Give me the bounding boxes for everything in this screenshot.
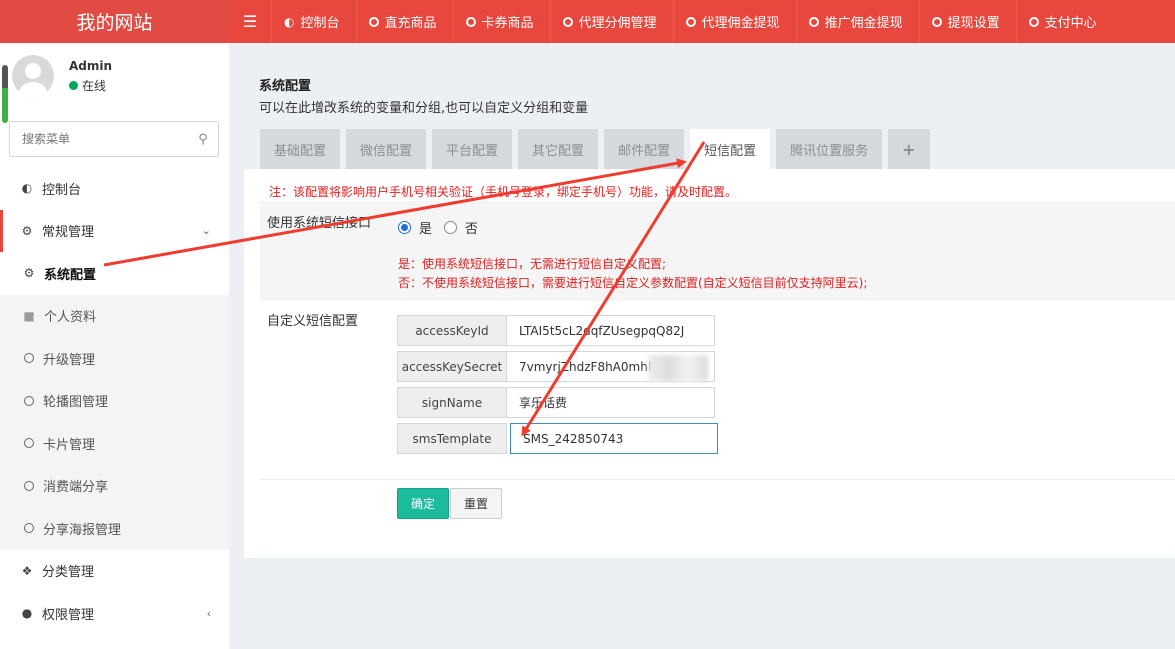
menu-search-input[interactable] bbox=[10, 124, 188, 154]
top-header: 我的网站 ☰ ◐ 控制台 直充商品 卡券商品 代理分佣管理 代理佣金提现 推广佣金… bbox=[0, 0, 1175, 43]
use-system-sms-label: 使用系统短信接口 bbox=[267, 216, 372, 231]
config-notice: 注：该配置将影响用户手机号相关验证（手机号登录，绑定手机号）功能，请及时配置。 bbox=[269, 185, 738, 199]
radio-unchecked-icon bbox=[444, 221, 457, 234]
user-name: Admin bbox=[69, 59, 113, 73]
sidebar-item-share-poster[interactable]: 分享海报管理 bbox=[0, 507, 229, 550]
field-sign-name: signName 享乐话费 bbox=[397, 387, 715, 418]
sidebar-submenu-general: ⚙ 系统配置 ■ 个人资料 升级管理 轮播图管理 卡片管理 消费端分享 分享海报管理 bbox=[0, 252, 229, 550]
circle-icon bbox=[931, 16, 942, 27]
search-icon[interactable]: ⚲ bbox=[188, 132, 218, 147]
circle-icon bbox=[24, 438, 34, 449]
form-divider bbox=[260, 479, 1175, 480]
circle-icon bbox=[1028, 16, 1039, 27]
circle-icon bbox=[368, 16, 379, 27]
user-panel: Admin 在线 bbox=[12, 55, 112, 97]
sidebar-item-profile[interactable]: ■ 个人资料 bbox=[0, 295, 229, 338]
gear-icon: ⚙ bbox=[23, 266, 35, 281]
topnav-dashboard[interactable]: ◐ 控制台 bbox=[271, 0, 356, 43]
page-subtitle: 可以在此增改系统的变量和分组,也可以自定义分组和变量 bbox=[259, 101, 589, 116]
sidebar: Admin 在线 ⚲ ◐控制台 ⚙常规管理⌄ ⚙系统配置 ■个人资料 升级管理 … bbox=[0, 43, 229, 649]
chevron-down-icon: ⌄ bbox=[201, 224, 211, 238]
sidebar-scrollbar[interactable] bbox=[2, 65, 8, 123]
sidebar-item-cards[interactable]: 卡片管理 bbox=[0, 422, 229, 465]
sign-name-input[interactable]: 享乐话费 bbox=[507, 387, 715, 418]
sidebar-item-dashboard[interactable]: ◐ 控制台 bbox=[0, 167, 229, 210]
custom-sms-label: 自定义短信配置 bbox=[267, 314, 359, 329]
circle-icon bbox=[24, 353, 34, 364]
topnav-payment-center[interactable]: 支付中心 bbox=[1015, 0, 1113, 43]
chevron-left-icon: ‹ bbox=[206, 606, 211, 620]
radio-no[interactable]: 否 bbox=[444, 218, 478, 237]
topnav-promo-withdraw[interactable]: 推广佣金提现 bbox=[795, 0, 919, 43]
menu-toggle-icon[interactable]: ☰ bbox=[229, 0, 271, 43]
dashboard-icon: ◐ bbox=[284, 14, 295, 29]
tab-wechat[interactable]: 微信配置 bbox=[346, 129, 427, 169]
topnav-coupon-goods[interactable]: 卡券商品 bbox=[452, 0, 550, 43]
users-icon: ● bbox=[21, 606, 33, 621]
sidebar-item-permissions[interactable]: ● 权限管理 ‹ bbox=[0, 592, 229, 635]
field-access-key-id: accessKeyId LTAI5t5cL2dqfZUsegpqQ82J bbox=[397, 315, 715, 346]
menu-search: ⚲ bbox=[9, 121, 219, 157]
circle-icon bbox=[24, 480, 34, 491]
sms-template-input[interactable]: SMS_242850743 bbox=[510, 423, 718, 454]
circle-icon bbox=[24, 523, 34, 534]
topnav-agent-commission[interactable]: 代理分佣管理 bbox=[549, 0, 673, 43]
field-sms-template: smsTemplate SMS_242850743 bbox=[397, 423, 718, 454]
topnav-withdraw-settings[interactable]: 提现设置 bbox=[918, 0, 1016, 43]
field-key: accessKeyId bbox=[397, 315, 507, 346]
tab-email[interactable]: 邮件配置 bbox=[604, 129, 685, 169]
tab-basic[interactable]: 基础配置 bbox=[260, 129, 341, 169]
user-icon: ■ bbox=[23, 308, 35, 323]
leaf-icon: ❖ bbox=[21, 563, 33, 578]
circle-icon bbox=[685, 16, 696, 27]
circle-icon bbox=[562, 16, 573, 27]
sidebar-item-carousel[interactable]: 轮播图管理 bbox=[0, 380, 229, 423]
field-key: smsTemplate bbox=[397, 423, 507, 454]
sidebar-menu: ◐ 控制台 ⚙ 常规管理 ⌄ ⚙ 系统配置 ■ 个人资料 升级管理 轮播图管理 卡片管理 … bbox=[0, 167, 229, 635]
submit-button[interactable]: 确定 bbox=[397, 488, 450, 519]
field-key: signName bbox=[397, 387, 507, 418]
sidebar-item-category[interactable]: ❖ 分类管理 bbox=[0, 550, 229, 593]
hint-no: 否：不使用系统短信接口，需要进行短信自定义参数配置(自定义短信目前仅支持阿里云)… bbox=[398, 276, 868, 290]
site-logo[interactable]: 我的网站 bbox=[0, 0, 229, 43]
tab-tencent-location[interactable]: 腾讯位置服务 bbox=[776, 129, 883, 169]
circle-icon bbox=[24, 395, 34, 406]
sidebar-item-consumer-share[interactable]: 消费端分享 bbox=[0, 465, 229, 508]
dashboard-icon: ◐ bbox=[21, 181, 33, 196]
radio-yes[interactable]: 是 bbox=[398, 218, 432, 237]
add-tab-button[interactable]: + bbox=[888, 129, 930, 169]
circle-icon bbox=[465, 16, 476, 27]
sidebar-item-general[interactable]: ⚙ 常规管理 ⌄ bbox=[0, 209, 229, 252]
tab-platform[interactable]: 平台配置 bbox=[432, 129, 513, 169]
reset-button[interactable]: 重置 bbox=[450, 488, 503, 519]
redaction-blur bbox=[648, 355, 708, 381]
circle-icon bbox=[808, 16, 819, 27]
user-status: 在线 bbox=[69, 77, 112, 94]
topnav-agent-withdraw[interactable]: 代理佣金提现 bbox=[672, 0, 796, 43]
use-system-sms-row: 使用系统短信接口 是 否 是：使用系统短信接口，无需进行短信自定义配置; 否：不… bbox=[260, 201, 1175, 301]
sidebar-item-system-config[interactable]: ⚙ 系统配置 bbox=[0, 252, 229, 295]
tab-other[interactable]: 其它配置 bbox=[518, 129, 599, 169]
page-title: 系统配置 bbox=[259, 79, 312, 94]
sidebar-item-upgrade[interactable]: 升级管理 bbox=[0, 337, 229, 380]
config-tabs: 基础配置 微信配置 平台配置 其它配置 邮件配置 短信配置 腾讯位置服务 + bbox=[260, 129, 936, 169]
tab-sms[interactable]: 短信配置 bbox=[690, 129, 771, 169]
field-key: accessKeySecret bbox=[397, 351, 507, 382]
hint-yes: 是：使用系统短信接口，无需进行短信自定义配置; bbox=[398, 257, 667, 271]
radio-checked-icon bbox=[398, 221, 411, 234]
online-dot-icon bbox=[69, 81, 78, 90]
topnav-direct-recharge[interactable]: 直充商品 bbox=[355, 0, 453, 43]
top-nav: ◐ 控制台 直充商品 卡券商品 代理分佣管理 代理佣金提现 推广佣金提现 提现设置… bbox=[271, 0, 1113, 43]
avatar bbox=[12, 55, 54, 97]
site-title: 我的网站 bbox=[76, 12, 153, 34]
access-key-id-input[interactable]: LTAI5t5cL2dqfZUsegpqQ82J bbox=[507, 315, 715, 346]
cogs-icon: ⚙ bbox=[21, 223, 33, 238]
main-panel: 系统配置 可以在此增改系统的变量和分组,也可以自定义分组和变量 基础配置 微信配… bbox=[244, 59, 1175, 558]
